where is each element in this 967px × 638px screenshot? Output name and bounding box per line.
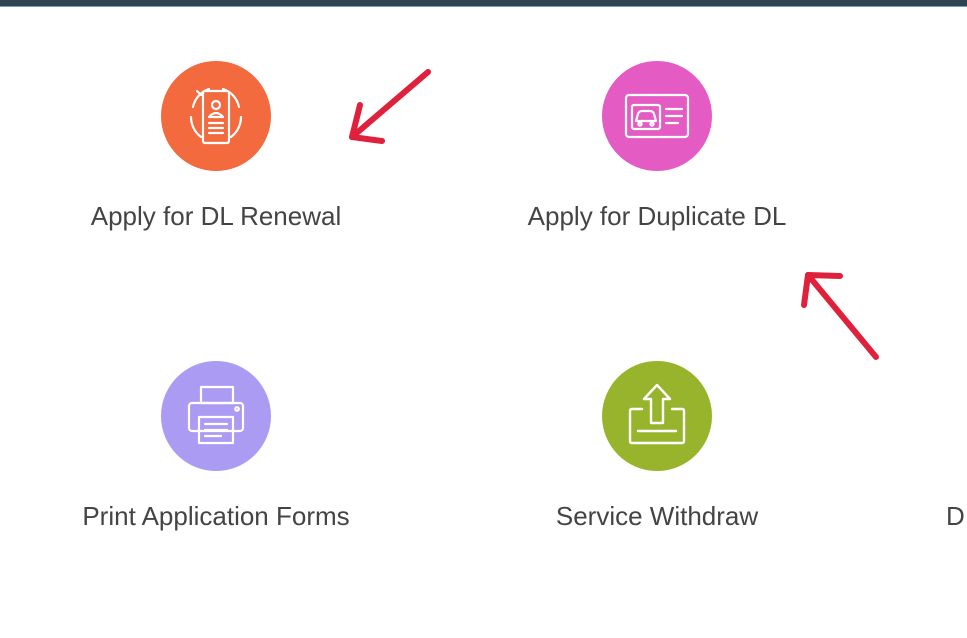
tile-label: Apply for Duplicate DL bbox=[527, 201, 787, 231]
apply-dl-renewal-tile[interactable]: Apply for DL Renewal bbox=[46, 61, 386, 261]
tile-label: Print Application Forms bbox=[82, 501, 350, 531]
service-withdraw-tile[interactable]: Service Withdraw bbox=[487, 361, 827, 561]
top-bar bbox=[0, 0, 967, 7]
upload-tray-icon bbox=[602, 361, 712, 471]
apply-duplicate-dl-tile[interactable]: Apply for Duplicate DL bbox=[487, 61, 827, 261]
tile-label: Apply for DL Renewal bbox=[90, 201, 342, 231]
print-application-forms-tile[interactable]: Print Application Forms bbox=[46, 361, 386, 561]
tile-label: Service Withdraw bbox=[555, 501, 759, 531]
driving-license-icon bbox=[602, 61, 712, 171]
printer-icon bbox=[161, 361, 271, 471]
partial-tile-label[interactable]: D bbox=[946, 501, 965, 532]
id-card-renewal-icon bbox=[161, 61, 271, 171]
annotation-arrow-duplicate bbox=[801, 272, 879, 360]
services-page: Apply for DL Renewal Apply for Duplicate… bbox=[0, 0, 967, 638]
